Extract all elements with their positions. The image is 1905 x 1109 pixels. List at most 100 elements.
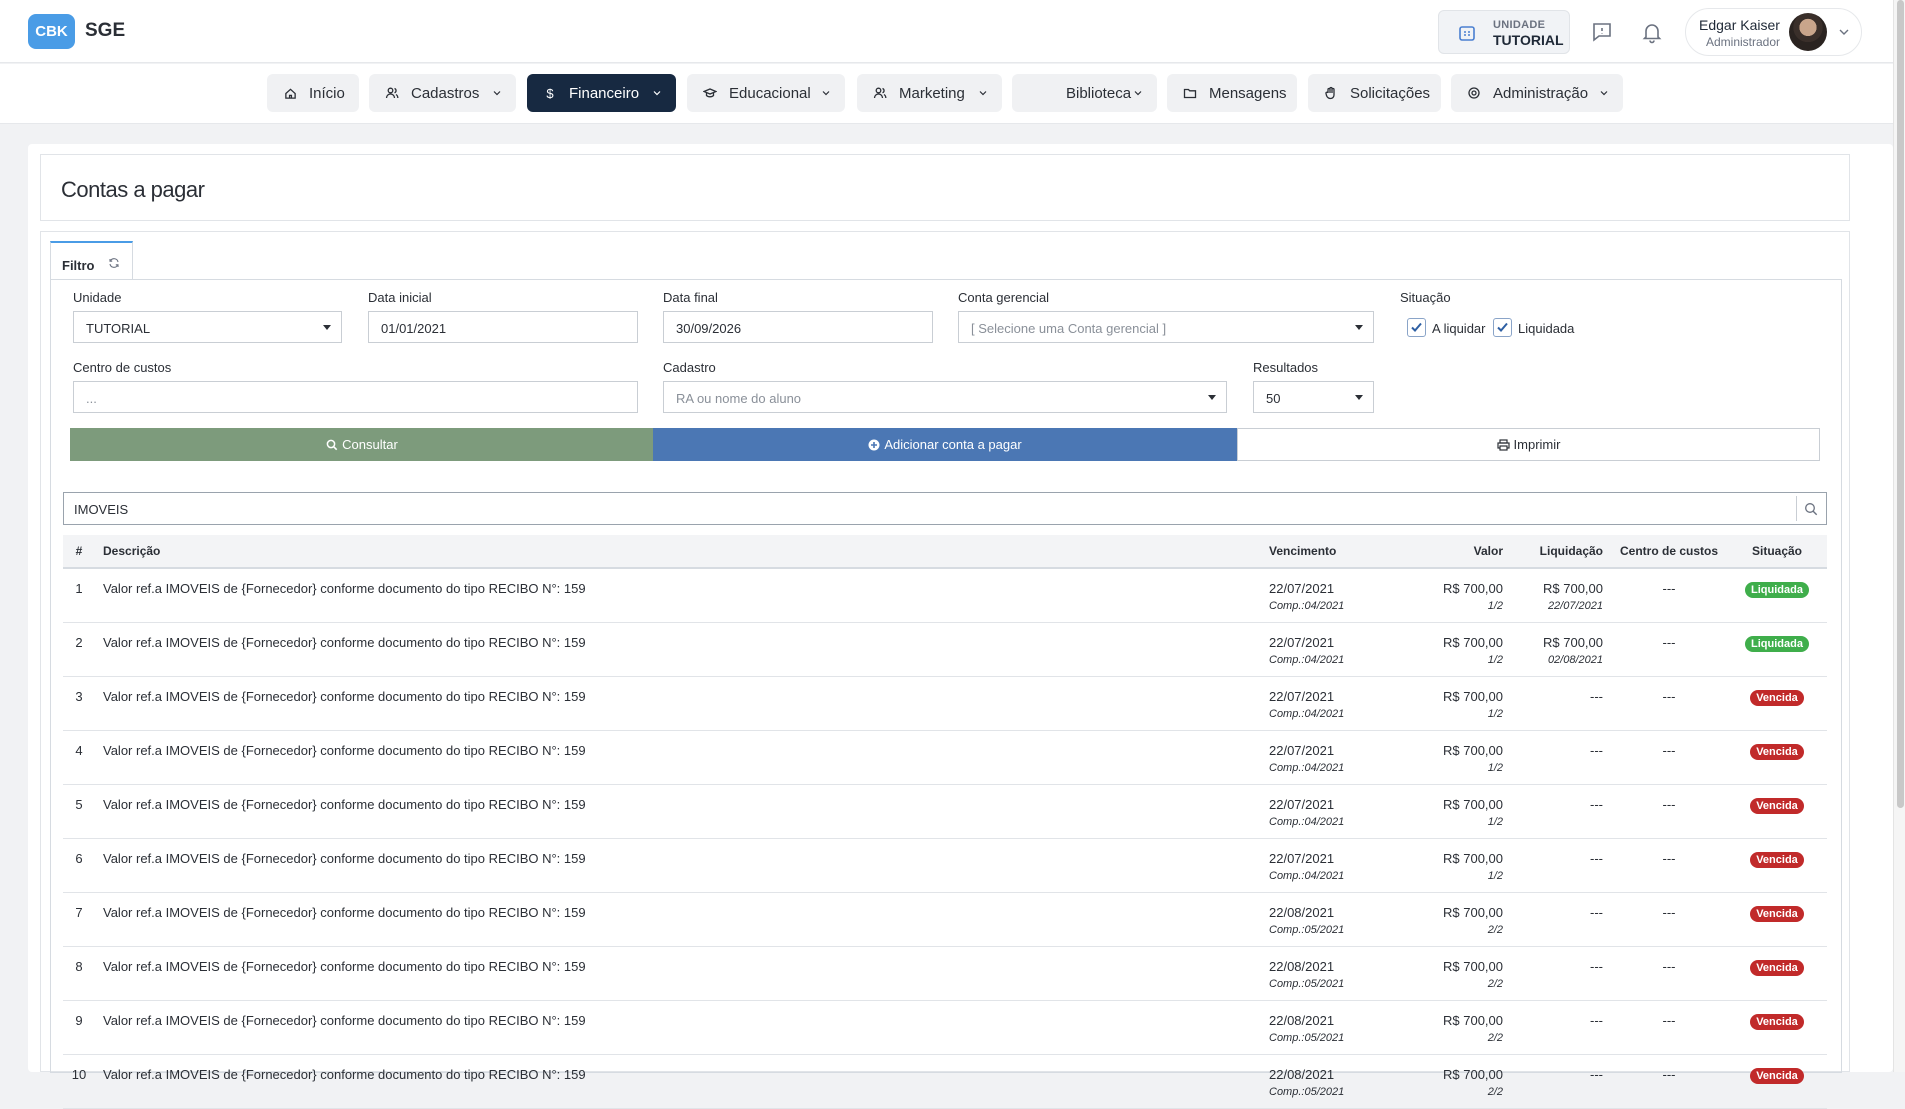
consultar-label: Consultar <box>342 437 398 452</box>
row-description: Valor ref.a IMOVEIS de {Fornecedor} conf… <box>95 838 1261 893</box>
divider <box>1796 496 1797 521</box>
chevron-down-icon <box>1839 29 1849 35</box>
nav-label: Solicitações <box>1350 84 1431 102</box>
row-centro-custos: --- <box>1611 730 1727 785</box>
scrollbar[interactable] <box>1893 0 1905 1072</box>
table-row[interactable]: 10 Valor ref.a IMOVEIS de {Fornecedor} co… <box>63 1054 1827 1109</box>
row-vencimento: 22/07/2021 Comp.:04/2021 <box>1261 838 1411 893</box>
competencia: Comp.:04/2021 <box>1269 600 1345 612</box>
user-role: Administrador <box>1706 35 1781 49</box>
competencia: Comp.:05/2021 <box>1269 1031 1345 1044</box>
folder-icon <box>1183 86 1197 100</box>
search-input[interactable]: IMOVEIS <box>63 492 1827 525</box>
liquidada-checkbox[interactable] <box>1493 318 1512 337</box>
unit-label: UNIDADE <box>1493 19 1546 31</box>
status-badge: Vencida <box>1750 797 1804 814</box>
row-description: Valor ref.a IMOVEIS de {Fornecedor} conf… <box>95 784 1261 839</box>
conta-gerencial-select[interactable]: [ Selecione uma Conta gerencial ] <box>958 311 1374 343</box>
col-num[interactable]: # <box>63 535 95 569</box>
unidade-value: TUTORIAL <box>86 321 151 336</box>
row-vencimento: 22/07/2021 Comp.:04/2021 <box>1261 622 1411 677</box>
resultados-select[interactable]: 50 <box>1253 381 1374 413</box>
data-inicial-label: Data inicial <box>368 290 432 305</box>
description-text: Valor ref.a IMOVEIS de {Fornecedor} conf… <box>103 742 586 758</box>
status-badge: Vencida <box>1750 959 1804 976</box>
competencia: Comp.:05/2021 <box>1269 923 1345 936</box>
chevron-down-icon <box>822 91 830 96</box>
table-row[interactable]: 9 Valor ref.a IMOVEIS de {Fornecedor} con… <box>63 1000 1827 1055</box>
bell-icon[interactable] <box>1640 20 1664 44</box>
col-vencimento[interactable]: Vencimento <box>1261 535 1411 569</box>
user-menu[interactable]: Edgar Kaiser Administrador <box>1685 8 1862 56</box>
cadastro-select[interactable]: RA ou nome do aluno <box>663 381 1227 413</box>
data-inicial-input[interactable]: 01/01/2021 <box>368 311 638 343</box>
nav-solicitacoes[interactable]: Solicitações <box>1308 74 1441 112</box>
col-centro-custos[interactable]: Centro de custos <box>1611 535 1727 569</box>
table-row[interactable]: 5 Valor ref.a IMOVEIS de {Fornecedor} con… <box>63 784 1827 839</box>
col-liquidacao[interactable]: Liquidação <box>1511 535 1611 569</box>
table-row[interactable]: 6 Valor ref.a IMOVEIS de {Fornecedor} con… <box>63 838 1827 893</box>
nav-educacional[interactable]: Educacional <box>687 74 845 112</box>
liquidacao-amount: R$ 700,00 <box>1543 581 1603 596</box>
unit-selector[interactable]: UNIDADE TUTORIAL <box>1438 10 1570 54</box>
nav-label: Administração <box>1493 84 1589 102</box>
refresh-icon[interactable] <box>108 257 120 269</box>
col-situacao[interactable]: Situação <box>1727 535 1827 569</box>
parcela: 2/2 <box>1487 1085 1503 1098</box>
row-centro-custos: --- <box>1611 892 1727 947</box>
row-valor: R$ 700,00 2/2 <box>1411 892 1511 947</box>
unidade-select[interactable]: TUTORIAL <box>73 311 342 343</box>
search-icon[interactable] <box>1804 502 1818 516</box>
adicionar-conta-button[interactable]: Adicionar conta a pagar <box>653 428 1237 461</box>
nav-administracao[interactable]: Administração <box>1451 74 1623 112</box>
valor-amount: R$ 700,00 <box>1443 634 1503 650</box>
tab-filtro[interactable]: Filtro <box>50 241 133 279</box>
row-number-text: 6 <box>75 850 83 866</box>
row-liquidacao: --- <box>1511 946 1611 1001</box>
col-descricao[interactable]: Descrição <box>95 535 1261 569</box>
competencia: Comp.:05/2021 <box>1269 1085 1345 1098</box>
row-description: Valor ref.a IMOVEIS de {Fornecedor} conf… <box>95 1054 1261 1109</box>
table-row[interactable]: 2 Valor ref.a IMOVEIS de {Fornecedor} con… <box>63 622 1827 677</box>
description-text: Valor ref.a IMOVEIS de {Fornecedor} conf… <box>103 904 586 920</box>
table-row[interactable]: 8 Valor ref.a IMOVEIS de {Fornecedor} con… <box>63 946 1827 1001</box>
nav-marketing[interactable]: Marketing <box>857 74 1002 112</box>
scrollbar-thumb[interactable] <box>1897 0 1904 808</box>
table-row[interactable]: 1 Valor ref.a IMOVEIS de {Fornecedor} con… <box>63 568 1827 623</box>
row-liquidacao: --- <box>1511 892 1611 947</box>
message-icon[interactable] <box>1590 20 1614 44</box>
description-text: Valor ref.a IMOVEIS de {Fornecedor} conf… <box>103 688 586 704</box>
valor-amount: R$ 700,00 <box>1443 688 1503 704</box>
row-description: Valor ref.a IMOVEIS de {Fornecedor} conf… <box>95 622 1261 677</box>
centro-custos-input[interactable]: ... <box>73 381 638 413</box>
data-final-input[interactable]: 30/09/2026 <box>663 311 933 343</box>
nav-financeiro[interactable]: $ Financeiro <box>527 74 676 112</box>
table-row[interactable]: 7 Valor ref.a IMOVEIS de {Fornecedor} con… <box>63 892 1827 947</box>
gear-icon <box>1467 86 1481 100</box>
imprimir-button[interactable]: Imprimir <box>1237 428 1820 461</box>
table-row[interactable]: 3 Valor ref.a IMOVEIS de {Fornecedor} con… <box>63 676 1827 731</box>
a-liquidar-checkbox[interactable] <box>1407 318 1426 337</box>
liquidacao-amount: --- <box>1590 742 1603 758</box>
dollar-icon: $ <box>546 85 554 101</box>
row-vencimento: 22/07/2021 Comp.:04/2021 <box>1261 568 1411 623</box>
col-valor[interactable]: Valor <box>1411 535 1511 569</box>
adicionar-label: Adicionar conta a pagar <box>884 437 1022 452</box>
row-number: 4 <box>63 730 95 785</box>
nav-inicio[interactable]: Início <box>267 74 359 112</box>
logo[interactable]: CBK <box>28 14 75 49</box>
nav-cadastros[interactable]: Cadastros <box>369 74 516 112</box>
nav-mensagens[interactable]: Mensagens <box>1167 74 1297 112</box>
table-row[interactable]: 4 Valor ref.a IMOVEIS de {Fornecedor} con… <box>63 730 1827 785</box>
row-number-text: 3 <box>75 688 83 704</box>
nav-label: Início <box>309 84 345 102</box>
vencimento-date: 22/07/2021 <box>1269 581 1335 596</box>
row-centro-custos: --- <box>1611 676 1727 731</box>
description-text: Valor ref.a IMOVEIS de {Fornecedor} conf… <box>103 958 586 974</box>
nav-biblioteca[interactable]: Biblioteca <box>1012 74 1157 112</box>
consultar-button[interactable]: Consultar <box>70 428 654 461</box>
row-situacao: Vencida <box>1727 946 1827 1001</box>
app-name: SGE <box>85 20 126 41</box>
row-number-text: 2 <box>75 634 83 650</box>
chevron-down-icon <box>493 91 501 96</box>
